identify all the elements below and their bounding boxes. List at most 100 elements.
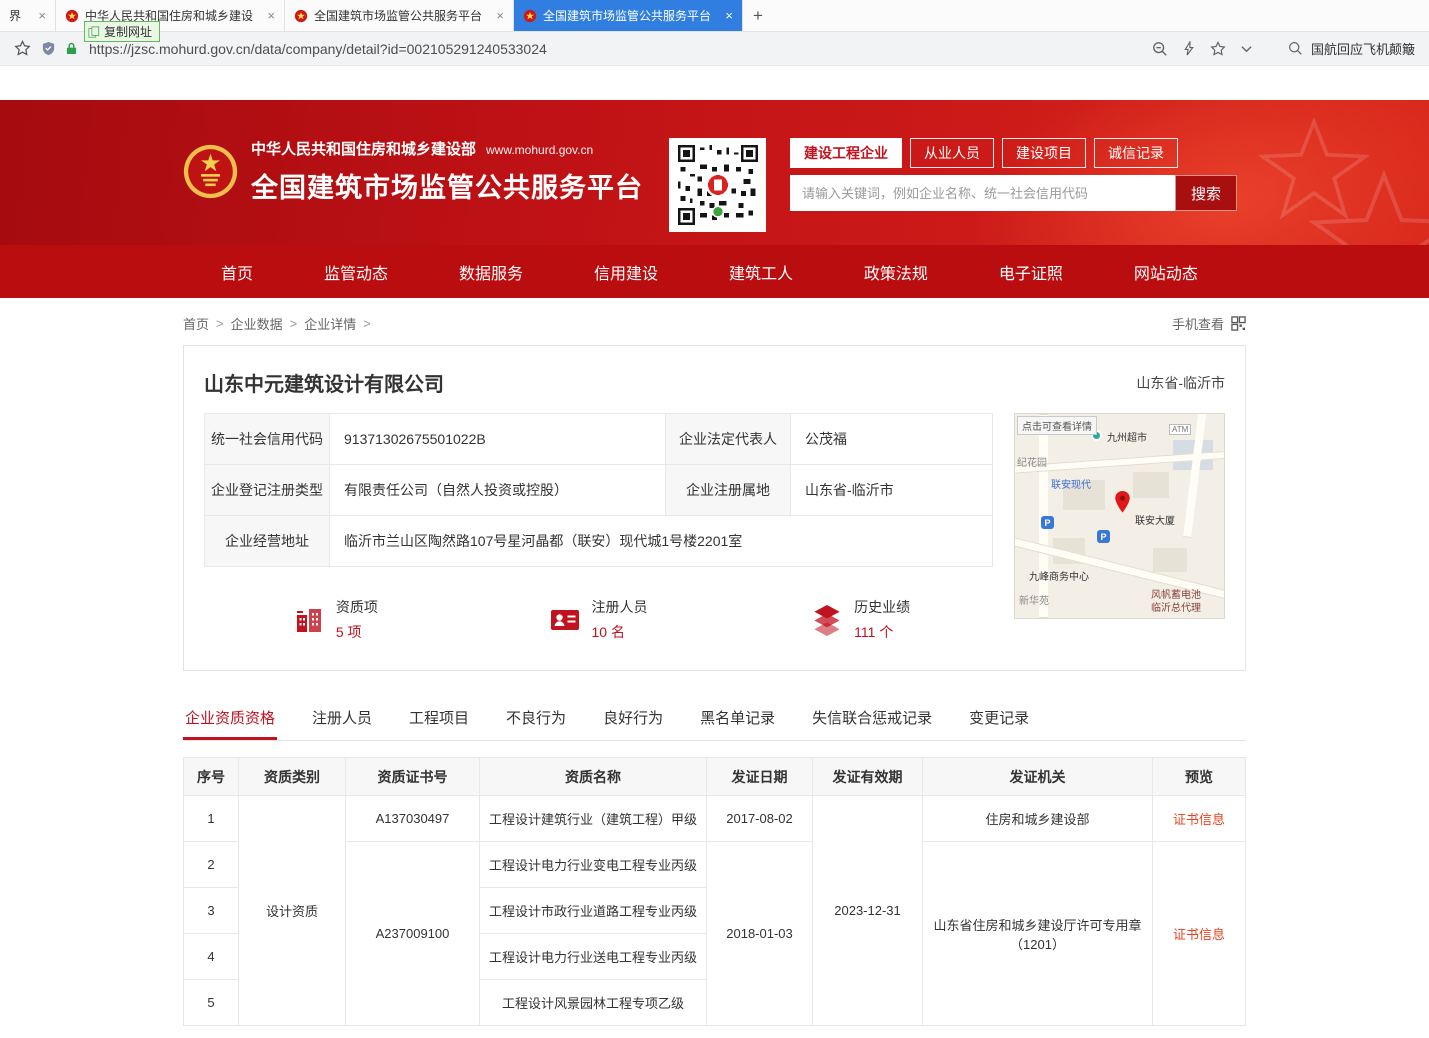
company-stats: 资质项 5 项 注册人员 10 名 历史业绩 [204,597,992,642]
new-tab-button[interactable]: + [743,0,773,31]
tab-close-icon[interactable]: × [725,8,733,23]
company-detail-tabs: 企业资质资格 注册人员 工程项目 不良行为 良好行为 黑名单记录 失信联合惩戒记… [183,701,1246,741]
map-label-supermarket: 九州超市 [1107,429,1147,444]
cell-authority: 住房和城乡建设部 [923,796,1153,842]
header-category: 资质类别 [239,758,346,796]
copy-tooltip-label: 复制网址 [104,23,152,40]
map-label-lianan-modern: 联安现代 [1051,476,1091,491]
cell-seq: 4 [184,934,239,980]
browser-tab-bar: 界 × 中华人民共和国住房和城乡建设 × 全国建筑市场监管公共服务平台 × 全国… [0,0,1429,32]
browser-chrome: 界 × 中华人民共和国住房和城乡建设 × 全国建筑市场监管公共服务平台 × 全国… [0,0,1429,66]
browser-tab-2[interactable]: 全国建筑市场监管公共服务平台 × [285,0,514,31]
map-hint-label: 点击可查看详情 [1017,416,1097,435]
browser-tab-0[interactable]: 界 × [0,0,56,31]
tab-change-records[interactable]: 变更记录 [967,701,1031,740]
flash-mode-icon[interactable] [1183,41,1195,56]
site-favicon-icon [523,9,537,23]
browser-tab-3-active[interactable]: 全国建筑市场监管公共服务平台 × [514,0,743,31]
tab-blacklist[interactable]: 黑名单记录 [698,701,777,740]
info-value-legal-rep: 公茂福 [791,414,993,465]
layers-icon [811,603,843,636]
hot-search-text: 国航回应飞机颠簸 [1311,39,1415,58]
tab-close-icon[interactable]: × [496,8,504,23]
cell-seq: 1 [184,796,239,842]
mobile-qr-icon[interactable] [1231,316,1246,331]
nav-item-supervision[interactable]: 监管动态 [324,260,388,284]
breadcrumb-current: 企业详情 [304,314,356,333]
breadcrumb-link-company-data[interactable]: 企业数据 [231,314,283,333]
header-search-module: 建设工程企业 从业人员 建设项目 诚信记录 搜索 [790,138,1237,211]
https-lock-icon [66,42,77,55]
nav-item-policy[interactable]: 政策法规 [864,260,928,284]
tab-qualifications[interactable]: 企业资质资格 [183,701,277,740]
keyword-search-input[interactable] [790,175,1175,211]
info-label: 企业经营地址 [205,516,330,567]
tab-label: 全国建筑市场监管公共服务平台 [543,7,715,24]
search-tab-enterprise[interactable]: 建设工程企业 [790,138,902,168]
site-safety-shield-icon[interactable] [41,41,56,56]
search-tab-project[interactable]: 建设项目 [1002,138,1086,168]
nav-item-home[interactable]: 首页 [221,260,253,284]
cell-qual-name: 工程设计电力行业送电工程专业丙级 [480,934,707,980]
qualification-table: 序号 资质类别 资质证书号 资质名称 发证日期 发证有效期 发证机关 预览 1 … [183,757,1246,1026]
cell-preview: 证书信息 [1153,796,1246,842]
info-row: 企业经营地址 临沂市兰山区陶然路107号星河晶都（联安）现代城1号楼2201室 [205,516,993,567]
company-info-table: 统一社会信用代码 91371302675501022B 企业法定代表人 公茂福 … [204,413,993,567]
nav-item-site-news[interactable]: 网站动态 [1134,260,1198,284]
info-value-reg-region: 山东省-临沂市 [791,465,993,516]
company-location-map[interactable]: 点击可查看详情 九州超市 ATM 纪花园 联安现代 联安大厦 P P 九峰商务中… [1014,413,1225,619]
cell-seq: 2 [184,842,239,888]
certificate-info-link[interactable]: 证书信息 [1173,812,1225,827]
breadcrumb-link-home[interactable]: 首页 [183,314,209,333]
tab-projects[interactable]: 工程项目 [407,701,471,740]
nav-item-credit[interactable]: 信用建设 [594,260,658,284]
header-search-tabs: 建设工程企业 从业人员 建设项目 诚信记录 [790,138,1237,168]
nav-item-data-service[interactable]: 数据服务 [459,260,523,284]
nav-item-e-license[interactable]: 电子证照 [999,260,1063,284]
tab-close-icon[interactable]: × [38,8,46,23]
browser-hot-search[interactable]: 国航回应飞机颠簸 [1288,39,1415,58]
bookmark-star-icon[interactable] [14,40,31,57]
search-button[interactable]: 搜索 [1175,175,1237,211]
tab-good-behavior[interactable]: 良好行为 [601,701,665,740]
cell-preview: 证书信息 [1153,842,1246,1026]
info-label: 企业登记注册类型 [205,465,330,516]
stat-historical-performance: 历史业绩 111 个 [729,597,992,642]
cell-seq: 3 [184,888,239,934]
decor-star-icon [1259,118,1369,228]
tab-bad-behavior[interactable]: 不良行为 [504,701,568,740]
main-navigation: 首页 监管动态 数据服务 信用建设 建筑工人 政策法规 电子证照 网站动态 [0,245,1429,298]
stat-value: 5 项 [336,622,378,642]
tab-close-icon[interactable]: × [267,8,275,23]
info-label: 企业注册属地 [666,465,791,516]
company-info-block: 统一社会信用代码 91371302675501022B 企业法定代表人 公茂福 … [204,413,993,642]
search-tab-personnel[interactable]: 从业人员 [910,138,994,168]
tab-registered-personnel[interactable]: 注册人员 [310,701,374,740]
company-detail-card: 山东中元建筑设计有限公司 山东省-临沂市 统一社会信用代码 9137130267… [183,345,1246,671]
ministry-name: 中华人民共和国住房和城乡建设部 [251,138,476,159]
cell-qual-name: 工程设计建筑行业（建筑工程）甲级 [480,796,707,842]
header-seq: 序号 [184,758,239,796]
cell-valid-until: 2023-12-31 [813,796,923,1026]
cell-category: 设计资质 [239,796,346,1026]
stat-qualifications: 资质项 5 项 [204,597,467,642]
tab-dishonesty-records[interactable]: 失信联合惩戒记录 [810,701,934,740]
mobile-view-label[interactable]: 手机查看 [1172,314,1224,333]
header-authority: 发证机关 [923,758,1153,796]
chevron-down-icon[interactable] [1241,45,1252,53]
stat-registered-personnel: 注册人员 10 名 [467,597,730,642]
header-qual-name: 资质名称 [480,758,707,796]
cell-qual-name: 工程设计市政行业道路工程专业丙级 [480,888,707,934]
certificate-info-link[interactable]: 证书信息 [1173,927,1225,942]
nav-item-workers[interactable]: 建筑工人 [729,260,793,284]
zoom-out-icon[interactable] [1152,41,1168,57]
stat-label: 注册人员 [592,597,648,617]
url-text[interactable]: https://jzsc.mohurd.gov.cn/data/company/… [89,41,1142,57]
cell-seq: 5 [184,980,239,1026]
stat-value: 111 个 [854,622,910,642]
copy-icon [88,26,100,38]
favorite-star-icon[interactable] [1210,41,1226,57]
qual-header-row: 序号 资质类别 资质证书号 资质名称 发证日期 发证有效期 发证机关 预览 [184,758,1246,796]
company-name: 山东中元建筑设计有限公司 [204,368,444,397]
search-tab-credit[interactable]: 诚信记录 [1094,138,1178,168]
